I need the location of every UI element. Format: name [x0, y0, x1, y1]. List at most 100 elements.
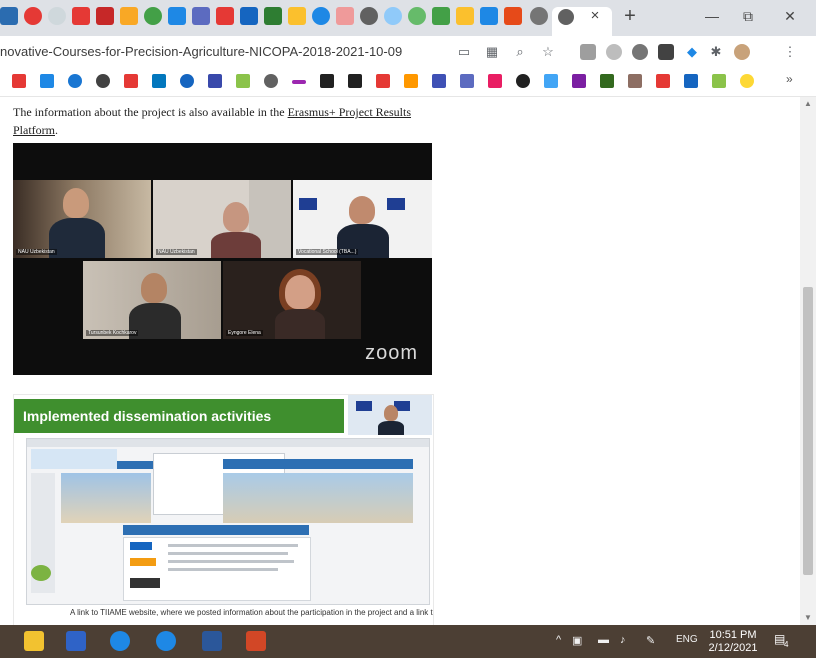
word-icon[interactable] [202, 631, 222, 651]
bookmark-icon[interactable] [600, 74, 614, 88]
tab-favicon[interactable] [24, 7, 42, 25]
bookmark-star-icon[interactable]: ☆ [540, 44, 556, 60]
powerpoint-icon[interactable] [246, 631, 266, 651]
action-center-icon[interactable]: ▤ 4 [774, 632, 792, 650]
bookmark-icon[interactable] [236, 74, 250, 88]
eu-flag [387, 198, 405, 210]
bookmark-icon[interactable] [432, 74, 446, 88]
tab-favicon[interactable] [408, 7, 426, 25]
tab-favicon[interactable] [312, 7, 330, 25]
extensions-puzzle-icon[interactable]: ✱ [708, 44, 724, 60]
extension-icon[interactable]: ◆ [684, 44, 700, 60]
extension-icon[interactable] [580, 44, 596, 60]
save-disk-icon[interactable] [66, 631, 86, 651]
tab-favicon[interactable] [48, 7, 66, 25]
new-tab-button[interactable]: + [620, 4, 640, 28]
address-bar-row: novative-Courses-for-Precision-Agricultu… [0, 36, 816, 69]
paragraph-text: The information about the project is als… [13, 105, 288, 119]
telegram-icon[interactable] [110, 631, 130, 651]
bookmark-icon[interactable] [376, 74, 390, 88]
tab-favicon[interactable] [336, 7, 354, 25]
tab-favicon[interactable] [288, 7, 306, 25]
bookmark-icon[interactable] [572, 74, 586, 88]
browser-menu-icon[interactable]: ⋮ [782, 44, 798, 60]
scroll-up-arrow-icon[interactable]: ▲ [800, 97, 816, 111]
taskbar-clock[interactable]: 10:51 PM 2/12/2021 [704, 629, 762, 655]
bookmark-icon[interactable] [712, 74, 726, 88]
language-indicator[interactable]: ENG [676, 634, 698, 645]
bookmark-icon[interactable] [488, 74, 502, 88]
participant-name: Tursunbek Kochkarov [86, 330, 139, 336]
active-tab[interactable] [552, 7, 612, 36]
minimize-button[interactable]: — [700, 4, 724, 28]
participant-body [275, 309, 325, 339]
extension-icon[interactable] [606, 44, 622, 60]
zoom-icon[interactable]: ⌕ [512, 44, 528, 60]
bookmarks-overflow-icon[interactable]: » [786, 72, 793, 86]
bookmark-icon[interactable] [628, 74, 642, 88]
edge-icon[interactable] [156, 631, 176, 651]
pen-icon[interactable]: ✎ [646, 634, 655, 647]
participant-body [378, 421, 404, 435]
bookmark-icon[interactable] [264, 74, 278, 88]
tab-favicon[interactable] [144, 7, 162, 25]
scroll-down-arrow-icon[interactable]: ▼ [800, 611, 816, 625]
close-window-button[interactable]: ✕ [778, 4, 802, 28]
url-field[interactable]: novative-Courses-for-Precision-Agricultu… [0, 44, 402, 59]
network-icon[interactable]: ▬ [598, 634, 609, 646]
scrollbar-thumb[interactable] [803, 287, 813, 575]
tab-favicon[interactable] [192, 7, 210, 25]
file-explorer-icon[interactable] [24, 631, 44, 651]
eu-flag [356, 401, 372, 411]
bookmark-icon[interactable] [460, 74, 474, 88]
dissemination-slide-image: Implemented dissemination activities A l… [13, 394, 434, 625]
participant-face [285, 275, 315, 309]
open-in-app-icon[interactable]: ▭ [456, 44, 472, 60]
extension-icon[interactable] [658, 44, 674, 60]
bookmark-icon[interactable] [740, 74, 754, 88]
text-line [168, 544, 298, 547]
bookmark-icon[interactable] [544, 74, 558, 88]
tab-favicon[interactable] [120, 7, 138, 25]
tab-favicon[interactable] [0, 7, 18, 25]
tab-favicon[interactable] [168, 7, 186, 25]
bookmark-icon[interactable] [348, 74, 362, 88]
tab-favicon[interactable] [504, 7, 522, 25]
bookmark-icon[interactable] [68, 74, 82, 88]
bookmark-icon[interactable] [320, 74, 334, 88]
volume-icon[interactable]: ♪ [620, 634, 626, 646]
extension-icon[interactable] [632, 44, 648, 60]
bookmark-icon[interactable] [404, 74, 418, 88]
tab-favicon[interactable] [264, 7, 282, 25]
bookmark-icon[interactable] [124, 74, 138, 88]
tab-favicon[interactable] [384, 7, 402, 25]
bookmark-icon[interactable] [40, 74, 54, 88]
eu-flag [299, 198, 317, 210]
tray-app-icon[interactable]: ▣ [572, 634, 582, 647]
tab-favicon[interactable] [240, 7, 258, 25]
bookmark-icon[interactable] [180, 74, 194, 88]
tab-favicon[interactable] [480, 7, 498, 25]
bookmark-icon[interactable] [12, 74, 26, 88]
bookmark-icon[interactable] [656, 74, 670, 88]
tab-favicon[interactable] [360, 7, 378, 25]
qr-code-icon[interactable]: ▦ [484, 44, 500, 60]
bookmark-icon[interactable] [292, 80, 306, 84]
bookmark-icon[interactable] [96, 74, 110, 88]
bookmark-icon[interactable] [152, 74, 166, 88]
bookmark-icon[interactable] [208, 74, 222, 88]
close-tab-icon[interactable]: × [587, 6, 603, 26]
show-hidden-icons-icon[interactable]: ^ [556, 634, 561, 646]
tab-favicon[interactable] [216, 7, 234, 25]
tab-favicon[interactable] [96, 7, 114, 25]
clock-time: 10:51 PM [709, 629, 757, 641]
restore-button[interactable]: ⧉ [736, 4, 760, 28]
profile-avatar[interactable] [734, 44, 750, 60]
tab-favicon[interactable] [432, 7, 450, 25]
tab-favicon[interactable] [530, 7, 548, 25]
bookmark-icon[interactable] [516, 74, 530, 88]
page-scrollbar[interactable]: ▲ ▼ [800, 97, 816, 625]
tab-favicon[interactable] [72, 7, 90, 25]
tab-favicon[interactable] [456, 7, 474, 25]
bookmark-icon[interactable] [684, 74, 698, 88]
